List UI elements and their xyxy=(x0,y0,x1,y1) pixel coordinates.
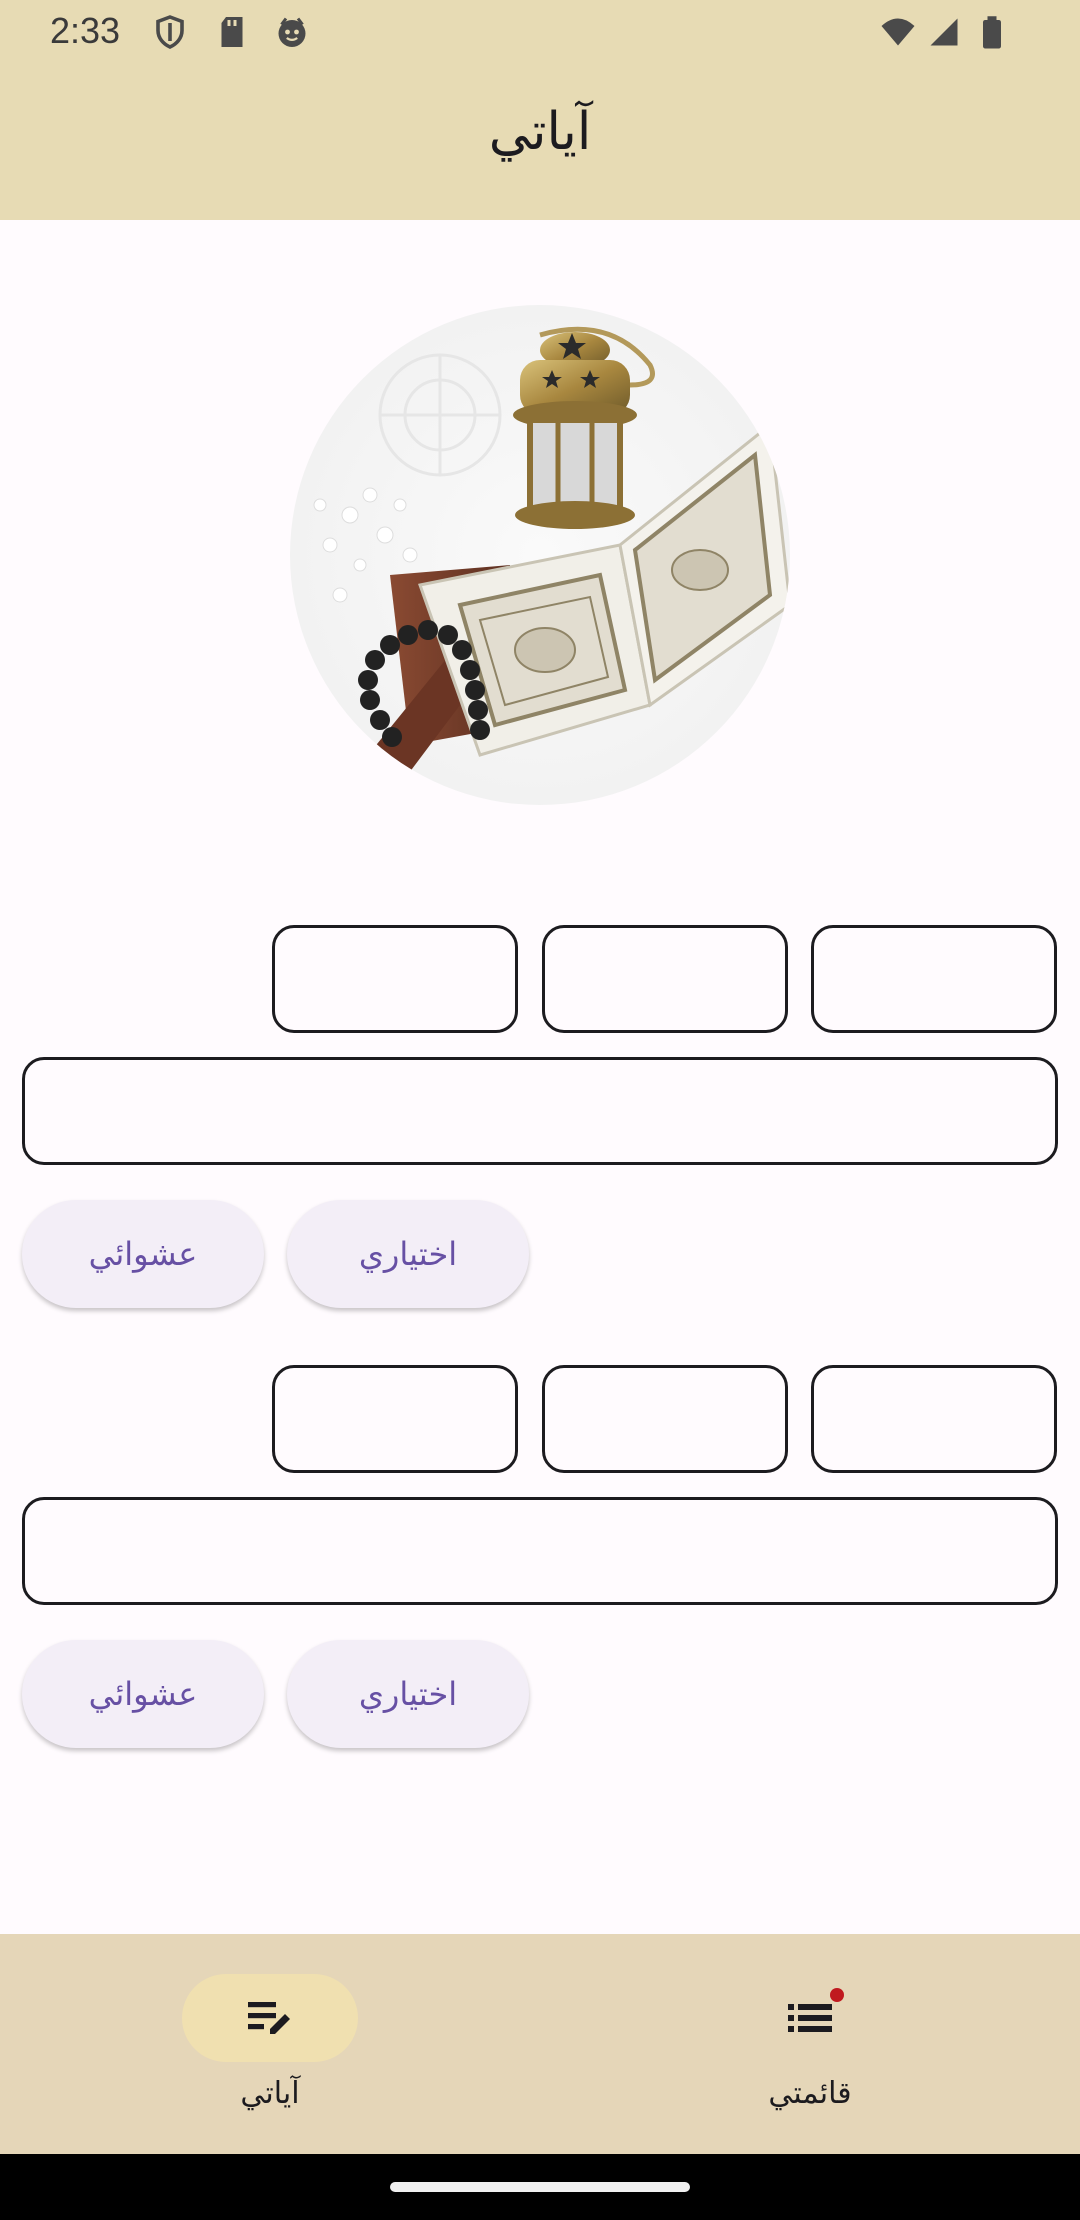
page-title: آياتي xyxy=(488,102,592,162)
system-navigation-bar xyxy=(0,2154,1080,2220)
bottom-navigation: آياتي قائمتي xyxy=(0,1934,1080,2154)
notification-badge xyxy=(830,1988,844,2002)
nav-item-my-list[interactable]: قائمتي xyxy=(630,1974,990,2124)
wide-text-field[interactable] xyxy=(22,1497,1058,1605)
sd-card-icon xyxy=(221,17,243,47)
random-button[interactable]: عشوائي xyxy=(22,1200,264,1308)
nav-label-my-verses: آياتي xyxy=(240,2076,300,2111)
text-field-right[interactable] xyxy=(811,925,1057,1033)
list-icon xyxy=(788,2004,832,2032)
text-field-left[interactable] xyxy=(272,1365,518,1473)
nav-item-my-verses[interactable]: آياتي xyxy=(90,1974,450,2124)
random-button[interactable]: عشوائي xyxy=(22,1640,264,1748)
nav-label-my-list: قائمتي xyxy=(768,2076,852,2111)
battery-icon xyxy=(983,16,1001,49)
signal-icon xyxy=(930,18,958,46)
edit-list-icon xyxy=(248,2002,290,2034)
quran-lantern-image xyxy=(290,305,790,805)
wifi-icon xyxy=(881,18,915,46)
text-field-right[interactable] xyxy=(811,1365,1057,1473)
home-gesture-handle[interactable] xyxy=(390,2182,690,2192)
text-field-middle[interactable] xyxy=(542,925,788,1033)
optional-button[interactable]: اختياري xyxy=(287,1640,529,1748)
shield-icon xyxy=(156,15,184,49)
text-field-left[interactable] xyxy=(272,925,518,1033)
app-bar: آياتي xyxy=(0,66,1080,220)
optional-button[interactable]: اختياري xyxy=(287,1200,529,1308)
face-icon xyxy=(278,17,306,47)
status-time: 2:33 xyxy=(50,10,121,51)
wide-text-field[interactable] xyxy=(22,1057,1058,1165)
status-bar: 2:33 xyxy=(0,0,1080,66)
text-field-middle[interactable] xyxy=(542,1365,788,1473)
